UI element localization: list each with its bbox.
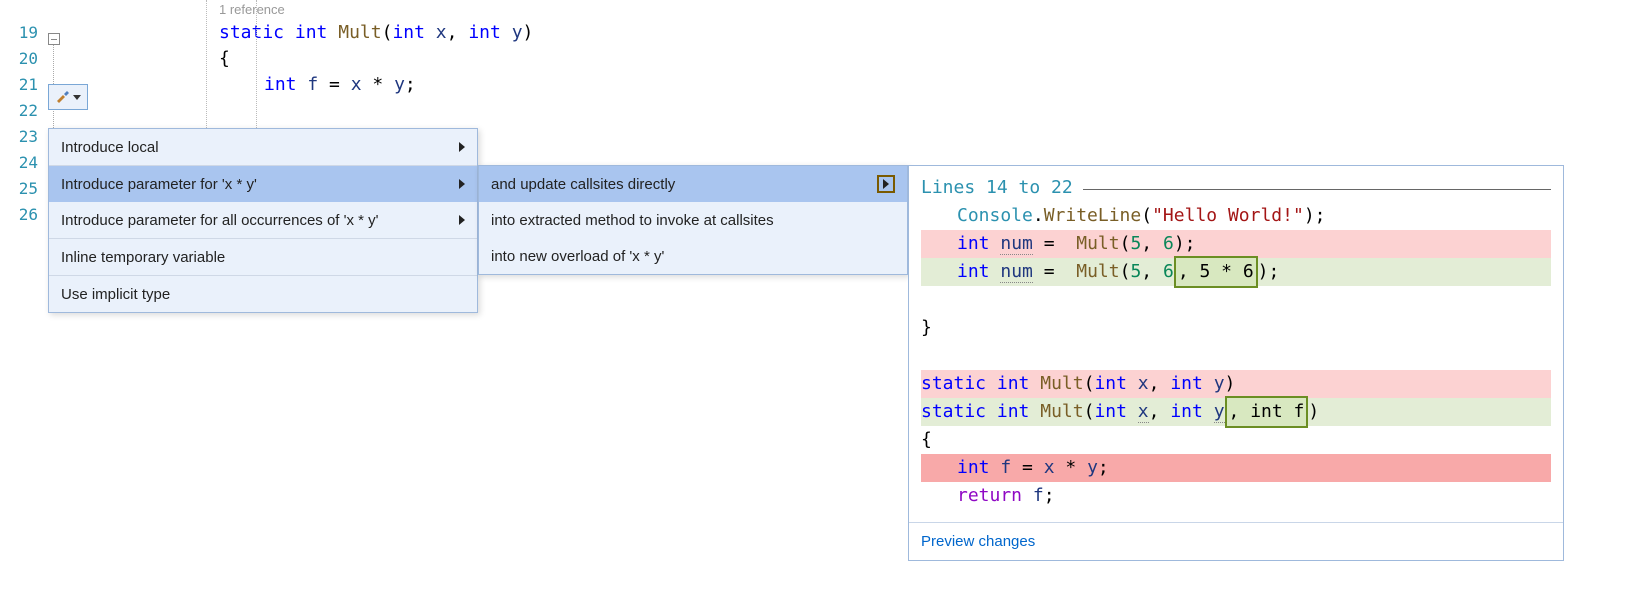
submenu-item-update-callsites[interactable]: and update callsites directly [479, 166, 907, 202]
preview-blank [921, 342, 1551, 370]
menu-item-inline-temp[interactable]: Inline temporary variable [49, 239, 477, 275]
insert-highlight: , int f [1225, 396, 1309, 428]
title-rule [1083, 189, 1551, 190]
preview-title: Lines 14 to 22 [921, 174, 1551, 202]
preview-line: Console.WriteLine("Hello World!"); [921, 202, 1551, 230]
line-number: 25 [0, 176, 38, 202]
line-number: 19 [0, 20, 38, 46]
preview-line: } [921, 314, 1551, 342]
preview-line-added: int num = Mult(5, 6, 5 * 6); [921, 258, 1551, 286]
submenu-arrow-icon [459, 142, 465, 152]
code-line-19: static int Mult(int x, int y) [106, 20, 766, 46]
menu-item-introduce-local[interactable]: Introduce local [49, 129, 477, 165]
preview-changes-link[interactable]: Preview changes [909, 522, 1563, 560]
menu-item-introduce-parameter-all[interactable]: Introduce parameter for all occurrences … [49, 202, 477, 238]
line-number: 20 [0, 46, 38, 72]
submenu-arrow-boxed-icon [877, 175, 895, 193]
submenu-arrow-icon [459, 215, 465, 225]
preview-line-removed: static int Mult(int x, int y) [921, 370, 1551, 398]
submenu-arrow-icon [459, 179, 465, 189]
submenu-item-new-overload[interactable]: into new overload of 'x * y' [479, 238, 907, 274]
preview-line-added: static int Mult(int x, int y, int f) [921, 398, 1551, 426]
line-number: 23 [0, 124, 38, 150]
quick-actions-submenu: and update callsites directly into extra… [478, 165, 908, 275]
line-number: 26 [0, 202, 38, 228]
insert-highlight: , 5 * 6 [1174, 256, 1258, 288]
line-number: 21 [0, 72, 38, 98]
preview-body: Lines 14 to 22 Console.WriteLine("Hello … [909, 166, 1563, 522]
submenu-item-extracted-method[interactable]: into extracted method to invoke at calls… [479, 202, 907, 238]
preview-line: { [921, 426, 1551, 454]
line-number: 22 [0, 98, 38, 124]
quick-actions-menu: Introduce local Introduce parameter for … [48, 128, 478, 313]
refactor-preview-panel: Lines 14 to 22 Console.WriteLine("Hello … [908, 165, 1564, 561]
fold-toggle-icon[interactable] [48, 33, 60, 45]
codelens-references[interactable]: 1 reference [106, 0, 766, 20]
menu-item-introduce-parameter[interactable]: Introduce parameter for 'x * y' [49, 166, 477, 202]
code-line-20: { [106, 46, 766, 72]
dropdown-caret-icon [73, 95, 81, 100]
preview-line-removed: int num = Mult(5, 6); [921, 230, 1551, 258]
code-line-21: int f = x * y; [106, 72, 766, 98]
menu-item-use-implicit-type[interactable]: Use implicit type [49, 276, 477, 312]
quick-actions-button[interactable] [48, 84, 88, 110]
preview-blank [921, 286, 1551, 314]
screwdriver-icon [55, 87, 71, 107]
line-number-gutter: 19 20 21 22 23 24 25 26 [0, 0, 44, 228]
line-number: 24 [0, 150, 38, 176]
preview-line-removed: int f = x * y; [921, 454, 1551, 482]
preview-line: return f; [921, 482, 1551, 510]
